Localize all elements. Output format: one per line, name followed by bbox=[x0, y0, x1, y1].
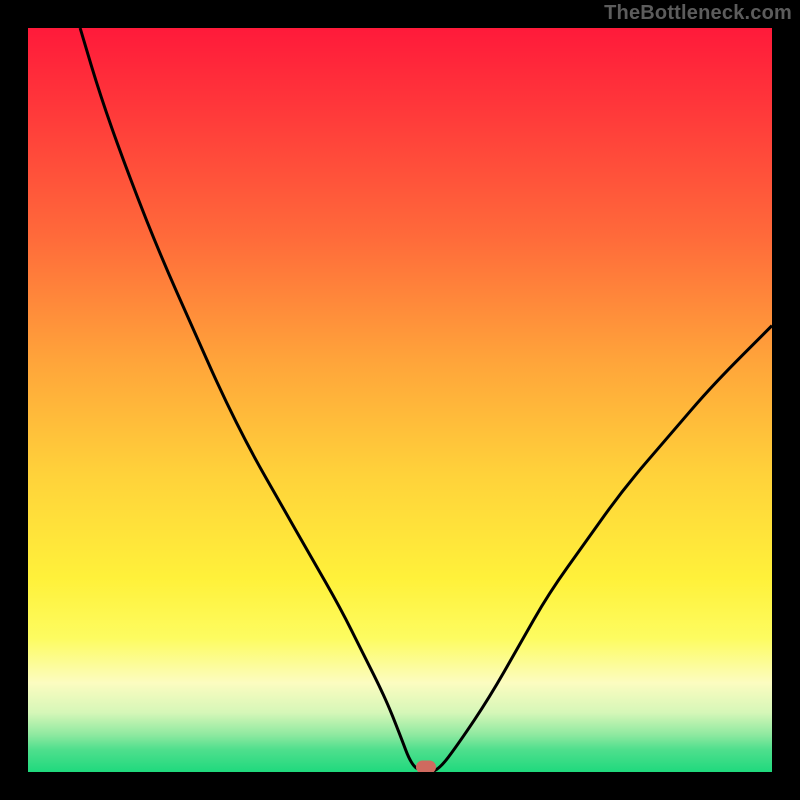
plot-area bbox=[28, 28, 772, 772]
chart-canvas bbox=[28, 28, 772, 772]
gradient-rect bbox=[28, 28, 772, 772]
optimal-marker bbox=[416, 760, 436, 772]
chart-frame: TheBottleneck.com bbox=[0, 0, 800, 800]
watermark-text: TheBottleneck.com bbox=[604, 2, 792, 25]
